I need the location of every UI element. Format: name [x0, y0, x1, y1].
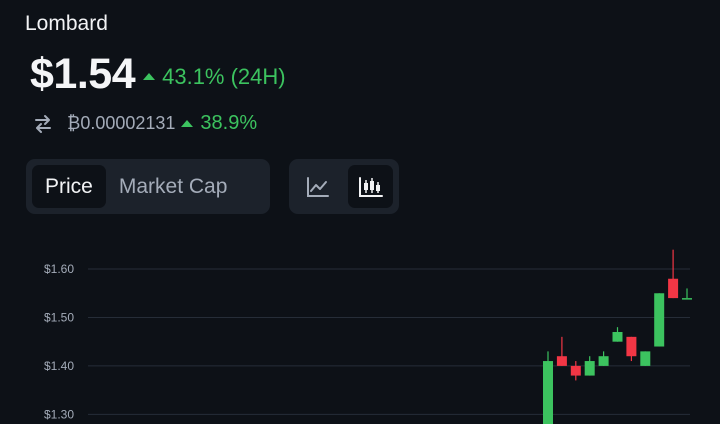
y-tick-label: $1.60 — [44, 262, 74, 276]
candle-body — [640, 351, 651, 366]
candle[interactable] — [556, 336, 567, 366]
candle-body — [612, 332, 623, 342]
y-tick-label: $1.50 — [44, 310, 74, 324]
btc-change-percent: 38.9% — [200, 112, 258, 134]
candle[interactable] — [612, 327, 623, 342]
candle-body — [543, 361, 553, 424]
candle-body — [556, 356, 567, 366]
candle-body — [598, 356, 609, 366]
up-arrow-icon — [143, 73, 156, 80]
price-change: 43.1% (24H) — [143, 64, 286, 90]
candle-body — [682, 298, 692, 300]
swap-icon[interactable] — [33, 114, 53, 134]
btc-price: ₿0.00002131 — [67, 113, 176, 133]
candle-body — [626, 336, 637, 357]
y-tick-label: $1.40 — [44, 359, 74, 373]
line-chart-button[interactable] — [295, 165, 340, 208]
tab-price[interactable]: Price — [32, 165, 106, 208]
candle-body — [654, 293, 665, 347]
btc-price-change: 38.9% — [181, 112, 257, 135]
line-chart-icon — [306, 176, 329, 197]
coin-name: Lombard — [25, 12, 108, 35]
candle[interactable] — [598, 351, 609, 366]
candle-body — [570, 365, 581, 376]
candle[interactable] — [570, 361, 581, 381]
y-tick-label: $1.30 — [44, 407, 74, 421]
chart-type-toggle — [289, 159, 399, 214]
current-price: $1.54 — [30, 50, 136, 98]
candle[interactable] — [682, 288, 692, 300]
price-change-percent: 43.1% (24H) — [162, 63, 286, 89]
candle[interactable] — [654, 293, 665, 347]
chart-metric-tabs: Price Market Cap — [26, 159, 270, 214]
candle[interactable] — [543, 351, 553, 424]
price-chart[interactable]: $1.60 $1.50 $1.40 $1.30 — [0, 240, 720, 424]
candle-body — [668, 278, 679, 299]
candlestick-chart-icon — [358, 176, 383, 197]
candle[interactable] — [626, 336, 637, 362]
candle[interactable] — [584, 356, 595, 376]
candle[interactable] — [668, 249, 679, 299]
btc-price-row: ₿0.00002131 38.9% — [33, 112, 257, 135]
tab-market-cap[interactable]: Market Cap — [106, 165, 241, 208]
candle[interactable] — [640, 351, 651, 366]
candle-body — [584, 361, 595, 376]
candlestick-chart-button[interactable] — [348, 165, 393, 208]
price-row: $1.54 43.1% (24H) — [30, 50, 286, 99]
up-arrow-icon — [181, 120, 194, 127]
